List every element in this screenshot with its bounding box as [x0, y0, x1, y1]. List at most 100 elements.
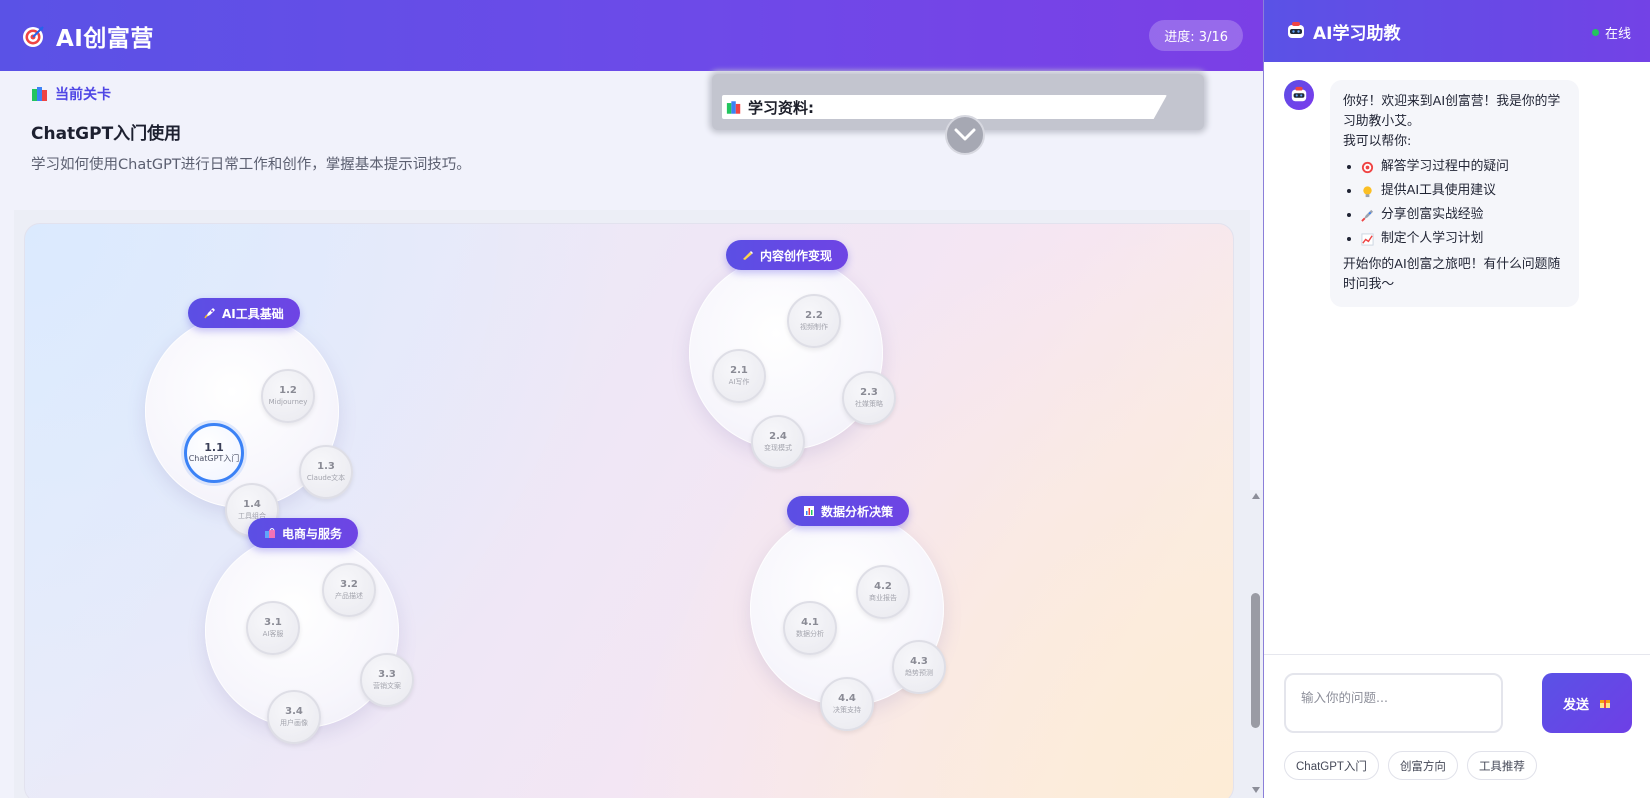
stage-3-title[interactable]: 电商与服务: [248, 518, 359, 548]
node-name: 社媒策略: [855, 400, 883, 408]
current-level-label: 当前关卡: [55, 87, 111, 103]
robot-icon: [1288, 22, 1304, 38]
node-3-4[interactable]: 3.4 用户画像: [267, 690, 321, 744]
online-status: 在线: [1591, 23, 1631, 42]
node-2-4[interactable]: 2.4 变现模式: [751, 415, 805, 469]
stage-3-label: 电商与服务: [282, 526, 343, 541]
chevron-down-icon: [954, 128, 976, 141]
chat-header: AI学习助教 在线: [1264, 0, 1650, 62]
rocket-icon: [204, 308, 215, 319]
level-title: ChatGPT入门使用: [31, 124, 182, 144]
robot-icon: [1291, 86, 1307, 102]
node-number: 2.4: [769, 431, 787, 442]
node-name: 用户画像: [280, 719, 308, 727]
scroll-down-arrow-icon[interactable]: [1252, 787, 1260, 793]
node-1-2[interactable]: 1.2 Midjourney: [261, 369, 315, 423]
node-number: 1.2: [279, 385, 297, 396]
node-number: 4.3: [910, 656, 928, 667]
package-icon: [1600, 699, 1610, 708]
assistant-message: 你好！欢迎来到AI创富营！我是你的学习助教小艾。 我可以帮你: 解答学习过程中的…: [1284, 80, 1579, 307]
node-name: 营销文案: [373, 682, 401, 690]
list-item: 解答学习过程中的疑问: [1347, 157, 1566, 177]
node-3-1[interactable]: 3.1 AI客服: [246, 601, 300, 655]
node-4-2[interactable]: 4.2 商业报告: [856, 565, 910, 619]
node-name: ChatGPT入门: [188, 454, 240, 463]
node-name: AI写作: [728, 378, 750, 386]
node-number: 2.2: [805, 310, 823, 321]
node-name: 变现模式: [764, 444, 792, 452]
node-4-3[interactable]: 4.3 趋势预测: [892, 640, 946, 694]
current-level-tag: 当前关卡: [31, 84, 111, 104]
quick-button-tools[interactable]: 工具推荐: [1466, 751, 1537, 780]
list-item-text: 提供AI工具使用建议: [1381, 183, 1496, 198]
writing-hand-icon: [743, 251, 753, 260]
stage-1-label: AI工具基础: [222, 306, 284, 321]
list-item: 分享创富实战经验: [1347, 205, 1566, 225]
chart-up-icon: [1361, 232, 1374, 246]
bar-chart-icon: [804, 506, 814, 516]
avatar: [1284, 80, 1314, 110]
message-bubble: 你好！欢迎来到AI创富营！我是你的学习助教小艾。 我可以帮你: 解答学习过程中的…: [1330, 80, 1579, 307]
node-1-1[interactable]: 1.1 ChatGPT入门: [184, 423, 244, 483]
target-icon: [23, 25, 44, 47]
map-scrollbar[interactable]: [1249, 490, 1263, 798]
shopping-bags-icon: [265, 528, 275, 538]
node-2-2[interactable]: 2.2 视频制作: [787, 294, 841, 348]
learning-materials-header: 学习资料:: [722, 95, 1167, 119]
online-label: 在线: [1604, 27, 1631, 42]
node-2-1[interactable]: 2.1 AI写作: [712, 349, 766, 403]
message-intro: 你好！欢迎来到AI创富营！我是你的学习助教小艾。: [1343, 94, 1561, 129]
online-dot-icon: [1591, 29, 1599, 36]
node-name: Claude文本: [306, 474, 346, 482]
node-number: 4.2: [874, 581, 892, 592]
list-item-text: 分享创富实战经验: [1381, 207, 1484, 222]
books-icon: [726, 100, 741, 114]
node-number: 4.4: [838, 693, 856, 704]
node-name: 产品描述: [335, 592, 363, 600]
node-number: 1.4: [243, 499, 261, 510]
quick-button-direction[interactable]: 创富方向: [1387, 751, 1458, 780]
node-name: 数据分析: [796, 630, 824, 638]
app-title: AI创富营: [56, 25, 154, 52]
node-number: 4.1: [801, 617, 819, 628]
node-number: 1.1: [204, 441, 224, 454]
brand[interactable]: AI创富营: [22, 19, 154, 53]
top-bar: AI创富营 进度: 3/16: [0, 0, 1263, 71]
node-name: 视频制作: [800, 323, 828, 331]
node-name: 趋势预测: [905, 669, 933, 677]
send-button[interactable]: 发送: [1542, 673, 1632, 733]
stage-2-label: 内容创作变现: [760, 248, 833, 263]
scroll-thumb[interactable]: [1251, 593, 1260, 728]
stage-1-title[interactable]: AI工具基础: [188, 298, 300, 328]
books-icon: [32, 87, 47, 101]
node-4-4[interactable]: 4.4 决策支持: [820, 677, 874, 731]
node-number: 2.1: [730, 365, 748, 376]
node-number: 2.3: [860, 387, 878, 398]
send-label: 发送: [1562, 696, 1589, 712]
chat-input[interactable]: [1284, 673, 1503, 733]
target-icon: [1361, 161, 1374, 173]
list-item: 提供AI工具使用建议: [1347, 181, 1566, 201]
list-item-text: 解答学习过程中的疑问: [1381, 159, 1509, 174]
stage-4-title[interactable]: 数据分析决策: [787, 496, 910, 526]
chat-footer: 发送 ChatGPT入门 创富方向 工具推荐: [1264, 654, 1650, 798]
stage-2-title[interactable]: 内容创作变现: [726, 240, 849, 270]
node-name: 商业报告: [869, 594, 897, 602]
node-1-3[interactable]: 1.3 Claude文本: [299, 445, 353, 499]
stage-4-label: 数据分析决策: [821, 504, 894, 519]
node-3-3[interactable]: 3.3 营销文案: [360, 653, 414, 707]
quick-questions: ChatGPT入门 创富方向 工具推荐: [1284, 751, 1546, 780]
scroll-up-arrow-icon[interactable]: [1252, 493, 1260, 499]
node-4-1[interactable]: 4.1 数据分析: [783, 601, 837, 655]
node-name: Midjourney: [268, 398, 308, 406]
node-number: 3.1: [264, 617, 282, 628]
expand-materials-button[interactable]: [945, 115, 985, 155]
chat-panel: AI学习助教 在线 你好！欢迎来到AI创富营！我是你的学习助教小艾。 我可以帮你…: [1263, 0, 1650, 798]
node-2-3[interactable]: 2.3 社媒策略: [842, 371, 896, 425]
level-description: 学习如何使用ChatGPT进行日常工作和创作，掌握基本提示词技巧。: [31, 157, 471, 173]
node-number: 3.2: [340, 579, 358, 590]
node-number: 3.3: [378, 669, 396, 680]
node-3-2[interactable]: 3.2 产品描述: [322, 563, 376, 617]
quick-button-chatgpt[interactable]: ChatGPT入门: [1284, 751, 1379, 780]
list-item-text: 制定个人学习计划: [1381, 231, 1484, 246]
